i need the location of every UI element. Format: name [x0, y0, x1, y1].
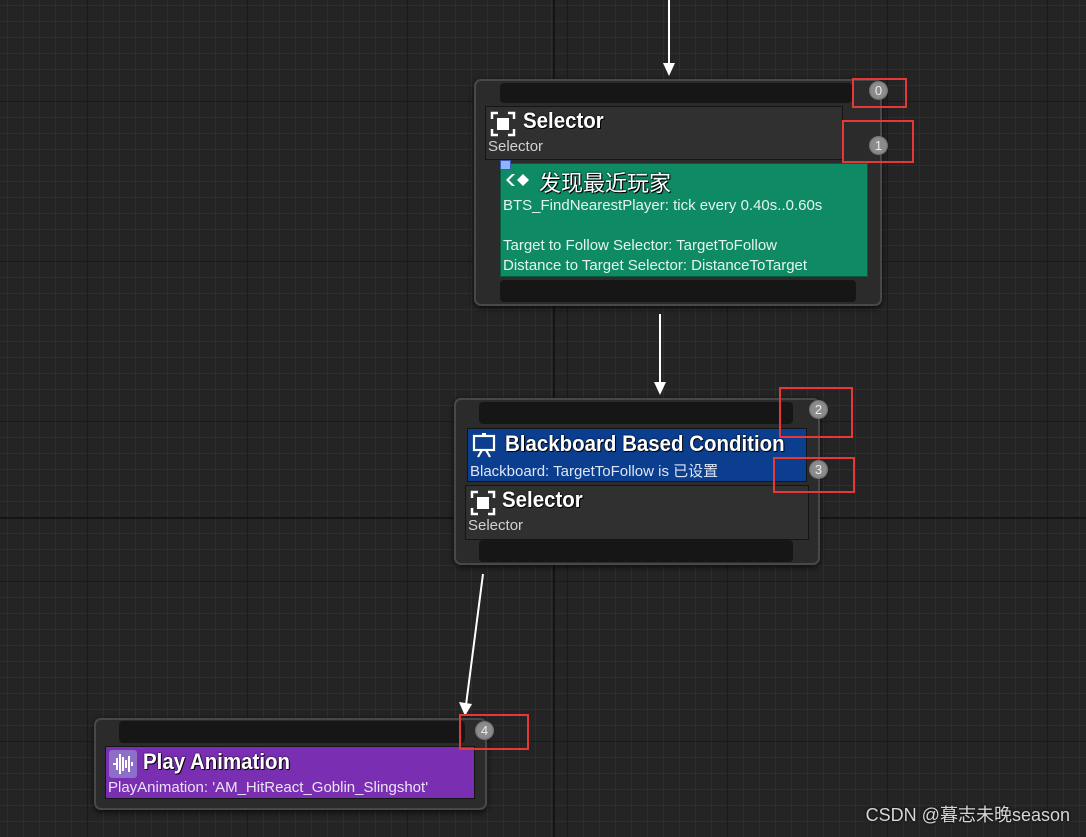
highlight-box: [779, 387, 853, 438]
service-desc-line1: BTS_FindNearestPlayer: tick every 0.40s.…: [503, 197, 823, 214]
watermark: CSDN @暮志未晚season: [865, 805, 1070, 825]
service-icon: [504, 169, 532, 196]
play-animation-header[interactable]: Play Animation PlayAnimation: 'AM_HitRea…: [105, 746, 475, 799]
input-pin-bar[interactable]: [119, 721, 465, 743]
node-title: Selector: [523, 108, 604, 133]
input-pin-bar[interactable]: [500, 83, 852, 103]
service-find-nearest-player[interactable]: 发现最近玩家 BTS_FindNearestPlayer: tick every…: [500, 163, 868, 277]
decorator-subtitle: Blackboard: TargetToFollow is 已设置: [470, 463, 719, 480]
service-title: 发现最近玩家: [539, 171, 672, 196]
play-animation-node[interactable]: Play Animation PlayAnimation: 'AM_HitRea…: [94, 718, 487, 810]
highlight-box: [842, 120, 914, 163]
node-title: Selector: [502, 487, 583, 512]
service-desc-line2: Target to Follow Selector: TargetToFollo…: [503, 237, 778, 254]
highlight-box: [852, 78, 907, 108]
inner-selector-header[interactable]: Selector Selector: [465, 485, 809, 540]
decorator-title: Blackboard Based Condition: [505, 431, 785, 456]
output-pin-bar[interactable]: [479, 540, 793, 562]
service-flag-icon: [500, 160, 511, 170]
highlight-box: [773, 457, 855, 493]
node-subtitle: Selector: [488, 138, 544, 155]
animation-icon: [109, 750, 137, 778]
task-title: Play Animation: [143, 749, 291, 774]
wire-to-play-animation: [465, 573, 484, 706]
blackboard-decorator[interactable]: Blackboard Based Condition Blackboard: T…: [467, 428, 807, 482]
input-pin-bar[interactable]: [479, 402, 793, 424]
output-pin-bar[interactable]: [500, 280, 856, 302]
task-subtitle: PlayAnimation: 'AM_HitReact_Goblin_Sling…: [108, 779, 429, 796]
node-subtitle: Selector: [468, 517, 524, 534]
selector-node[interactable]: Selector Selector 发现最近玩家 BTS_FindNearest…: [474, 79, 882, 306]
service-desc-line3: Distance to Target Selector: DistanceToT…: [503, 257, 808, 274]
condition-selector-node[interactable]: Blackboard Based Condition Blackboard: T…: [454, 398, 820, 565]
selector-header[interactable]: Selector Selector: [485, 106, 843, 160]
highlight-box: [459, 714, 529, 750]
